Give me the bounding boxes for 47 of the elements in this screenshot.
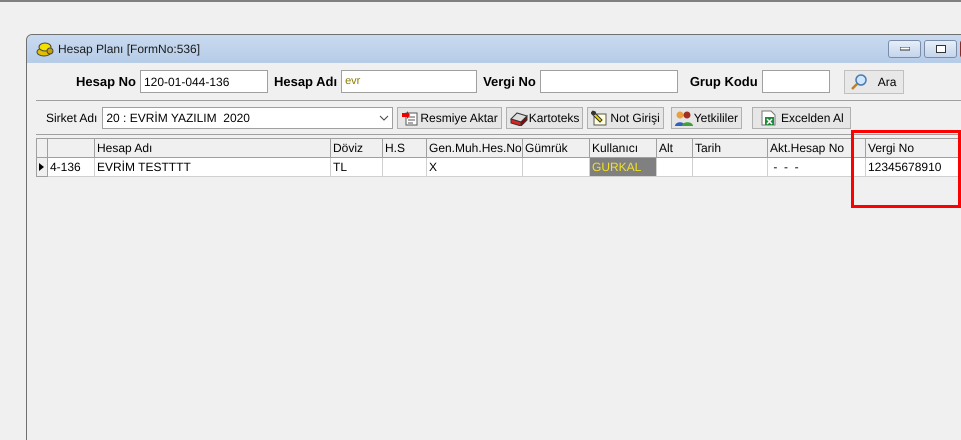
input-field[interactable] [540,70,678,93]
input-field[interactable]: 120-01-044-136 [140,70,268,93]
company-dropdown[interactable]: 20 : EVRİM YAZILIM 2020 [102,106,394,128]
column-header[interactable]: H.S [382,138,426,158]
toolbar-button[interactable]: Yetkililer [670,106,742,128]
column-header[interactable]: Gen.Muh.Hes.No [426,138,522,158]
maximize-button[interactable] [924,40,957,58]
column-header[interactable]: Hesap Adı [94,138,330,158]
spreadsheet-icon [759,110,778,126]
column-header[interactable]: Vergi No [866,138,960,158]
minimize-icon [900,47,910,51]
column-header[interactable]: Gümrük [522,138,590,158]
chevron-down-icon [379,114,390,120]
toolbar-button[interactable]: Excelden Al [752,106,851,128]
table-cell: EVRİM TESTTTT [94,158,330,176]
window-title: Hesap Planı [FormNo:536] [58,41,200,58]
row-indicator[interactable] [36,158,48,176]
field-label: Vergi No [483,72,536,91]
table-cell: GURKAL [590,158,656,176]
card-box-icon [510,110,528,126]
table-cell: TL [330,158,382,176]
field-label: Sirket Adı [46,110,98,126]
current-row-icon [37,162,45,172]
note-pen-icon [591,110,610,126]
column-header[interactable]: Döviz [330,138,382,158]
document-icon [401,110,420,126]
column-header[interactable]: Tarih [692,138,768,158]
input-field[interactable] [762,70,830,93]
column-header[interactable]: Alt [656,138,692,158]
header-cell [36,138,48,158]
magnifier-icon [850,73,868,90]
toolbar-button[interactable]: Not Girişi [587,106,664,128]
table-cell: 4-136 [48,158,94,176]
coins-icon [36,41,54,57]
toolbar-button[interactable]: Resmiye Aktar [397,106,502,128]
input-field[interactable]: evr [341,70,478,93]
field-label: Hesap Adı [274,72,338,91]
column-header[interactable]: Kullanıcı [590,138,656,158]
people-icon [674,110,693,126]
minimize-button[interactable] [888,40,921,58]
table-cell: X [426,158,522,176]
field-label: Grup Kodu [690,72,758,91]
toolbar-button[interactable]: Kartoteks [506,106,584,128]
search-button[interactable]: Ara [844,70,904,94]
field-label: Hesap No [76,72,136,91]
column-header[interactable]: Akt.Hesap No [768,138,852,158]
maximize-icon [936,45,946,53]
